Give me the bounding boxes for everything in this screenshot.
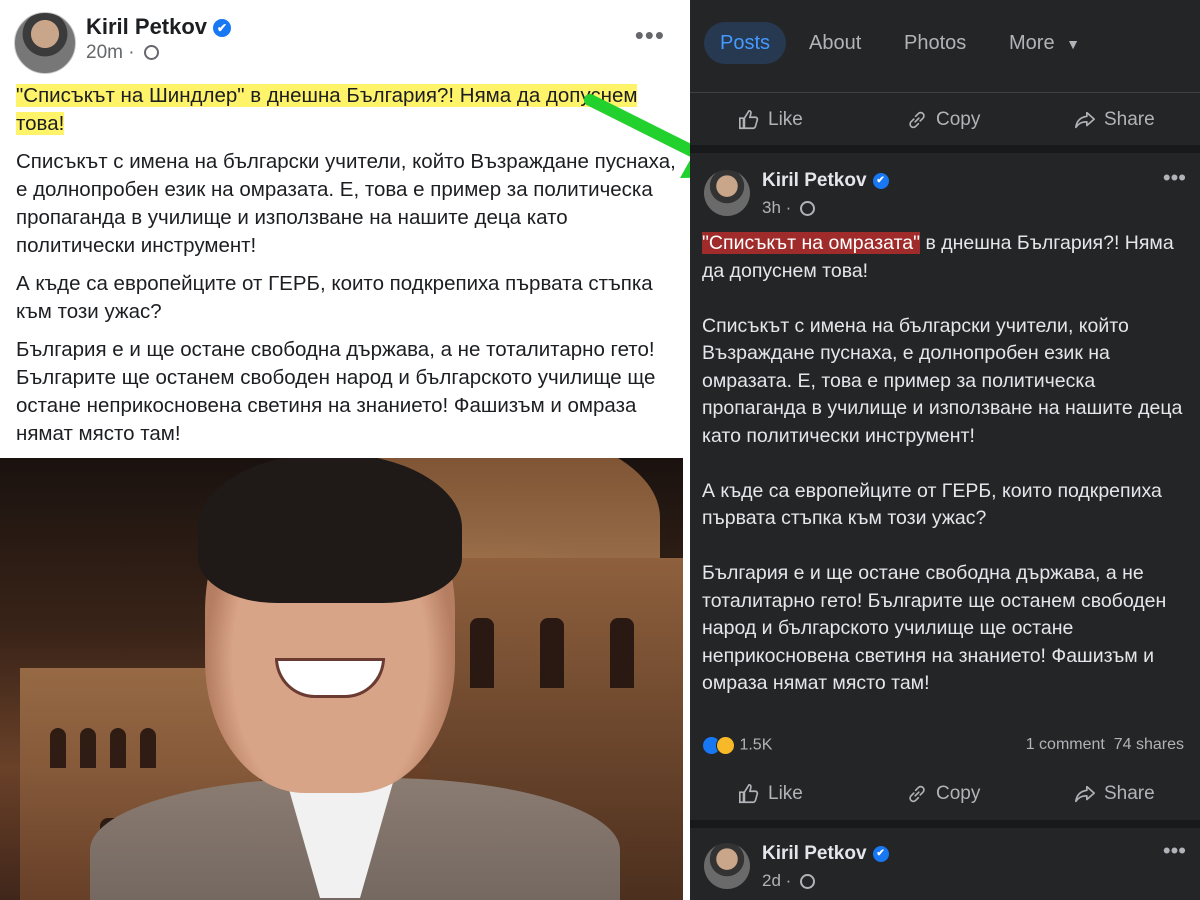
tab-photos[interactable]: Photos [904,22,966,64]
next-post-time[interactable]: 2d [762,871,781,890]
thumbs-up-icon [739,109,759,130]
post-time[interactable]: 3h [762,198,781,217]
post-meta: 20m · [86,42,159,64]
reaction-count: 1.5K [739,736,773,754]
author-name-row[interactable]: Kiril Petkov ✔ [86,14,232,40]
like-button[interactable]: Like [738,779,803,809]
reaction-summary[interactable]: 1.5K [702,736,772,755]
next-post-menu-icon[interactable]: ••• [1163,838,1186,864]
copy-label: Copy [936,783,981,804]
post-meta: 3h · [762,198,816,218]
share-label: Share [1104,783,1155,804]
post-text: "Списъкът на омразата" в днешна България… [702,230,1192,725]
globe-icon [800,201,816,217]
share-label: Share [1104,109,1155,130]
man-photo [0,458,683,900]
tab-more[interactable]: More ▼ [1009,22,1080,64]
share-button[interactable]: Share [1074,105,1155,135]
post-paragraph: България е и ще остане свободна държава,… [16,338,656,445]
share-button[interactable]: Share [1074,779,1155,809]
next-post-avatar[interactable] [704,843,750,889]
post-paragraph: А къде са европейците от ГЕРБ, които под… [702,479,1162,530]
profile-tabs: Posts About Photos More ▼ [690,0,1200,78]
like-button[interactable]: Like [738,105,803,135]
like-label: Like [768,783,803,804]
author-name[interactable]: Kiril Petkov [86,14,207,39]
share-arrow-icon [1075,785,1095,803]
author-avatar[interactable] [704,170,750,216]
tab-posts[interactable]: Posts [704,22,787,64]
author-name-row[interactable]: Kiril Petkov ✔ [762,170,889,192]
share-count[interactable]: 74 shares [1114,736,1184,753]
verified-badge-icon: ✔ [213,19,232,38]
post-paragraph: А къде са европейците от ГЕРБ, които под… [16,272,653,323]
tab-about[interactable]: About [809,22,861,64]
next-post-author-row[interactable]: Kiril Petkov ✔ [762,843,889,865]
dark-post-screenshot: Posts About Photos More ▼ Like Copy Shar… [690,0,1200,900]
post-menu-icon[interactable]: ••• [1163,165,1186,191]
next-post-meta: 2d · [762,871,816,891]
copy-button[interactable]: Copy [906,779,980,809]
light-post-card: Kiril Petkov ✔ 20m · ••• "Списъкът на Шин… [0,0,683,458]
post-headline: "Списъкът на Шиндлер" в днешна България?… [16,84,638,135]
copy-label: Copy [936,109,981,130]
link-icon [909,111,925,129]
verified-badge-icon: ✔ [872,845,889,862]
globe-icon [800,874,816,890]
post-paragraph: Списъкът с имена на български учители, к… [16,150,676,257]
next-post-author-name[interactable]: Kiril Petkov [762,843,867,864]
post-text: "Списъкът на Шиндлер" в днешна България?… [16,82,676,458]
author-name[interactable]: Kiril Petkov [762,170,867,191]
man-hair [198,458,462,603]
verified-badge-icon: ✔ [872,172,889,189]
previous-post-actions: Like Copy Share [690,95,1200,145]
share-arrow-icon [1075,111,1095,129]
comment-count[interactable]: 1 comment [1026,736,1105,753]
like-label: Like [768,109,803,130]
engagement-counts: 1 comment 74 shares [1026,736,1184,754]
post-paragraph: Списъкът с имена на български учители, к… [702,314,1183,447]
chevron-down-icon: ▼ [1066,36,1080,52]
tab-more-label: More [1009,32,1055,54]
author-avatar[interactable] [14,12,76,74]
link-icon [909,785,925,803]
globe-icon [143,45,159,61]
thumbs-up-icon [739,783,759,804]
post-paragraph: България е и ще остане свободна държава,… [702,562,1167,694]
haha-reaction-icon [716,736,735,755]
post-time[interactable]: 20m [86,42,123,63]
post-actions: Like Copy Share [690,769,1200,819]
post-menu-icon[interactable]: ••• [635,20,665,51]
copy-button[interactable]: Copy [906,105,980,135]
post-headline-highlight: "Списъкът на омразата" [702,232,921,254]
